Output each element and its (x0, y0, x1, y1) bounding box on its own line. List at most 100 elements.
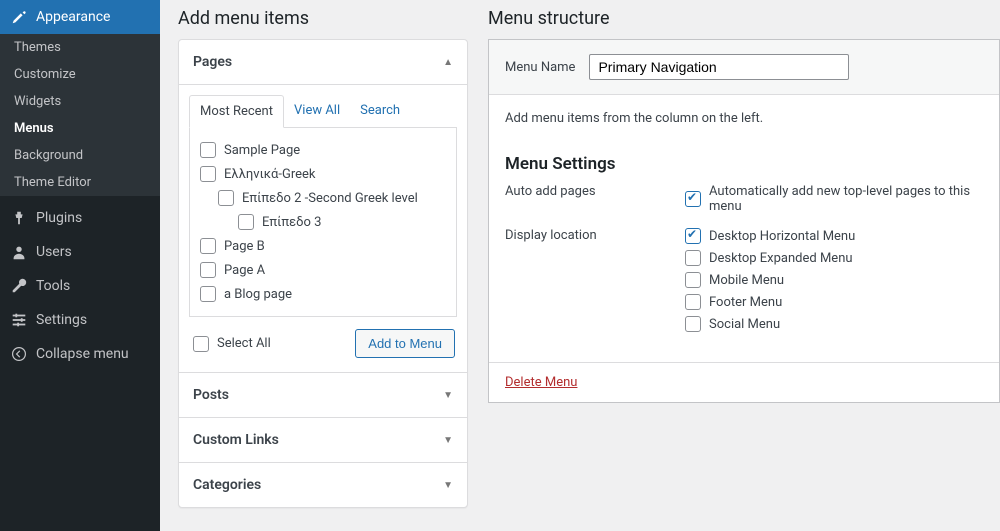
menu-structure-title: Menu structure (488, 8, 1000, 29)
sidebar-item-label: Appearance (36, 9, 110, 25)
panel-header-posts[interactable]: Posts ▼ (179, 372, 467, 417)
panel-title: Custom Links (193, 432, 279, 448)
menu-frame-footer: Delete Menu (489, 362, 999, 402)
menu-frame-header: Menu Name (489, 40, 999, 95)
sidebar-sub-themes[interactable]: Themes (0, 34, 160, 61)
display-checkbox[interactable] (685, 250, 701, 266)
sidebar-item-label: Plugins (36, 210, 82, 226)
sidebar-item-plugins[interactable]: Plugins (0, 201, 160, 235)
select-all-row[interactable]: Select All (191, 332, 273, 356)
main-content: Add menu items Pages ▲ Most Recent View … (160, 0, 1000, 531)
page-checkbox[interactable] (200, 286, 216, 302)
panel-header-custom-links[interactable]: Custom Links ▼ (179, 417, 467, 462)
pages-tabs: Most Recent View All Search (189, 95, 457, 128)
display-option[interactable]: Desktop Horizontal Menu (685, 228, 855, 244)
auto-add-checkbox[interactable] (685, 191, 701, 207)
auto-add-row: Auto add pages Automatically add new top… (505, 184, 983, 220)
sidebar-item-label: Settings (36, 312, 87, 328)
tab-view-all[interactable]: View All (284, 95, 350, 127)
page-checkbox[interactable] (200, 166, 216, 182)
panel-body-pages: Most Recent View All Search Sample Page Ε… (179, 84, 467, 372)
page-item[interactable]: Sample Page (198, 138, 448, 162)
add-items-title: Add menu items (178, 8, 468, 29)
display-checkbox[interactable] (685, 228, 701, 244)
sidebar-sub-menus[interactable]: Menus (0, 115, 160, 142)
page-label: Επίπεδο 3 (262, 215, 321, 230)
page-item[interactable]: a Blog page (198, 282, 448, 306)
collapse-label: Collapse menu (36, 346, 129, 362)
page-item[interactable]: Page A (198, 258, 448, 282)
sidebar-sub-background[interactable]: Background (0, 142, 160, 169)
page-label: Page A (224, 263, 265, 278)
add-items-accordion: Pages ▲ Most Recent View All Search Samp… (178, 39, 468, 508)
display-checkbox[interactable] (685, 272, 701, 288)
auto-add-label: Auto add pages (505, 184, 685, 199)
display-option-label: Footer Menu (709, 295, 782, 310)
page-item[interactable]: Page B (198, 234, 448, 258)
user-icon (10, 243, 28, 261)
select-all-checkbox[interactable] (193, 336, 209, 352)
page-label: a Blog page (224, 287, 292, 302)
add-to-menu-button[interactable]: Add to Menu (355, 329, 455, 358)
tab-most-recent[interactable]: Most Recent (189, 95, 284, 128)
sidebar-item-label: Users (36, 244, 72, 260)
menu-name-label: Menu Name (505, 60, 575, 75)
sidebar-item-settings[interactable]: Settings (0, 303, 160, 337)
display-checkbox[interactable] (685, 316, 701, 332)
chevron-down-icon: ▼ (443, 390, 453, 401)
menu-name-input[interactable] (589, 54, 849, 80)
select-all-label: Select All (217, 336, 271, 351)
panel-title: Pages (193, 54, 232, 70)
display-option[interactable]: Footer Menu (685, 294, 855, 310)
sidebar-collapse[interactable]: Collapse menu (0, 337, 160, 371)
sidebar-sub-theme-editor[interactable]: Theme Editor (0, 169, 160, 196)
chevron-down-icon: ▼ (443, 480, 453, 491)
page-item[interactable]: Επίπεδο 3 (198, 210, 448, 234)
display-option-label: Desktop Horizontal Menu (709, 229, 855, 244)
delete-menu-link[interactable]: Delete Menu (505, 375, 577, 390)
page-checkbox[interactable] (218, 190, 234, 206)
add-menu-items-column: Add menu items Pages ▲ Most Recent View … (178, 0, 468, 531)
page-checkbox[interactable] (200, 142, 216, 158)
sidebar-item-label: Tools (36, 278, 70, 294)
sidebar-item-users[interactable]: Users (0, 235, 160, 269)
page-label: Επίπεδο 2 -Second Greek level (242, 191, 418, 206)
display-option[interactable]: Desktop Expanded Menu (685, 250, 855, 266)
pages-list: Sample Page Ελληνικά-Greek Επίπεδο 2 -Seco… (189, 128, 457, 317)
page-checkbox[interactable] (200, 262, 216, 278)
sidebar-item-tools[interactable]: Tools (0, 269, 160, 303)
display-checkbox[interactable] (685, 294, 701, 310)
admin-sidebar: Appearance ThemesCustomizeWidgetsMenusBa… (0, 0, 160, 531)
display-location-label: Display location (505, 228, 685, 243)
brush-icon (10, 8, 28, 26)
page-label: Sample Page (224, 143, 300, 158)
display-option-label: Desktop Expanded Menu (709, 251, 853, 266)
page-item[interactable]: Ελληνικά-Greek (198, 162, 448, 186)
page-checkbox[interactable] (200, 238, 216, 254)
menu-frame: Menu Name Add menu items from the column… (488, 39, 1000, 403)
sidebar-sub-widgets[interactable]: Widgets (0, 88, 160, 115)
sliders-icon (10, 311, 28, 329)
panel-header-pages[interactable]: Pages ▲ (179, 40, 467, 84)
panel-title: Categories (193, 477, 261, 493)
sidebar-item-appearance[interactable]: Appearance (0, 0, 160, 34)
chevron-up-icon: ▲ (443, 57, 453, 68)
chevron-down-icon: ▼ (443, 435, 453, 446)
collapse-icon (10, 345, 28, 363)
sidebar-sub-customize[interactable]: Customize (0, 61, 160, 88)
tab-search[interactable]: Search (350, 95, 410, 127)
display-option-label: Social Menu (709, 317, 780, 332)
plugin-icon (10, 209, 28, 227)
panel-title: Posts (193, 387, 229, 403)
panel-header-categories[interactable]: Categories ▼ (179, 462, 467, 507)
page-label: Ελληνικά-Greek (224, 167, 315, 182)
page-item[interactable]: Επίπεδο 2 -Second Greek level (198, 186, 448, 210)
display-option[interactable]: Mobile Menu (685, 272, 855, 288)
auto-add-option[interactable]: Automatically add new top-level pages to… (685, 184, 983, 214)
display-option[interactable]: Social Menu (685, 316, 855, 332)
page-checkbox[interactable] (238, 214, 254, 230)
menu-frame-body: Add menu items from the column on the le… (489, 95, 999, 362)
auto-add-text: Automatically add new top-level pages to… (709, 184, 983, 214)
display-location-row: Display location Desktop Horizontal Menu… (505, 228, 983, 338)
menu-structure-column: Menu structure Menu Name Add menu items … (488, 0, 1000, 531)
